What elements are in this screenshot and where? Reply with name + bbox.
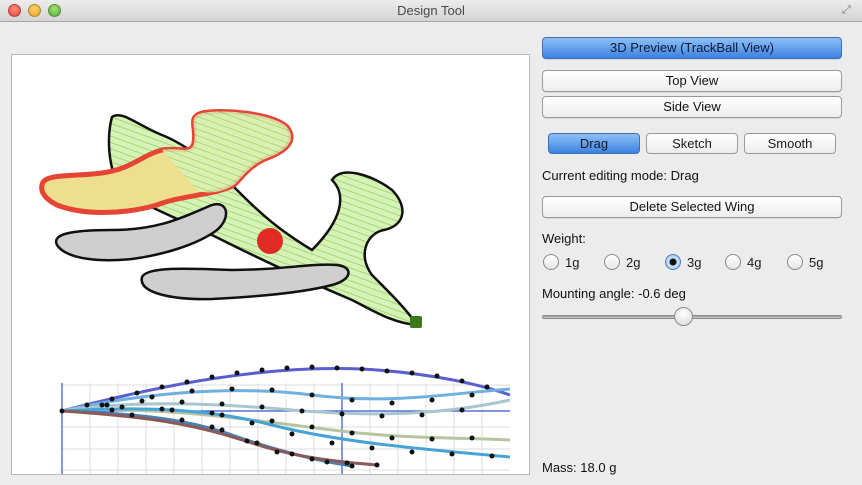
- mass-label: Mass: 18.0 g: [542, 460, 617, 475]
- window-title: Design Tool: [397, 3, 465, 18]
- weight-radio-1g[interactable]: 1g: [543, 254, 593, 272]
- fullscreen-icon[interactable]: ⤢: [842, 4, 854, 16]
- weight-option-label: 4g: [747, 255, 762, 270]
- airplane-drawing[interactable]: [12, 55, 530, 475]
- weight-radio-4g[interactable]: 4g: [725, 254, 775, 272]
- radio-circle[interactable]: [787, 254, 803, 270]
- weight-label: Weight:: [542, 231, 586, 246]
- title-bar: Design Tool ⤢: [0, 0, 862, 22]
- mounting-angle-label: Mounting angle: -0.6 deg: [542, 286, 686, 301]
- weight-radio-5g[interactable]: 5g: [787, 254, 837, 272]
- weight-radio-2g[interactable]: 2g: [604, 254, 654, 272]
- stabilizer-shape[interactable]: [140, 263, 350, 301]
- weight-option-label: 2g: [626, 255, 641, 270]
- radio-circle[interactable]: [725, 254, 741, 270]
- radio-circle[interactable]: [604, 254, 620, 270]
- weight-option-label: 3g: [687, 255, 702, 270]
- radio-circle[interactable]: [543, 254, 559, 270]
- mounting-angle-slider-knob[interactable]: [674, 307, 693, 326]
- radio-circle-selected[interactable]: [665, 254, 681, 270]
- 3d-preview-button[interactable]: 3D Preview (TrackBall View): [542, 37, 842, 59]
- top-view-button[interactable]: Top View: [542, 70, 842, 92]
- delete-wing-button[interactable]: Delete Selected Wing: [542, 196, 842, 218]
- design-canvas[interactable]: [11, 54, 530, 475]
- center-marker-icon[interactable]: [257, 228, 283, 254]
- smooth-mode-button[interactable]: Smooth: [744, 133, 836, 154]
- side-view-button[interactable]: Side View: [542, 96, 842, 118]
- editing-mode-status: Current editing mode: Drag: [542, 168, 699, 183]
- weight-option-label: 1g: [565, 255, 580, 270]
- design-tool-window: Design Tool ⤢ 3D Preview (TrackBall View…: [0, 0, 862, 485]
- weight-radio-3g[interactable]: 3g: [665, 254, 715, 272]
- weight-option-label: 5g: [809, 255, 824, 270]
- drag-mode-button[interactable]: Drag: [548, 133, 640, 154]
- side-profile-graph: [59, 364, 511, 474]
- sketch-mode-button[interactable]: Sketch: [646, 133, 738, 154]
- tail-handle-icon[interactable]: [410, 316, 422, 328]
